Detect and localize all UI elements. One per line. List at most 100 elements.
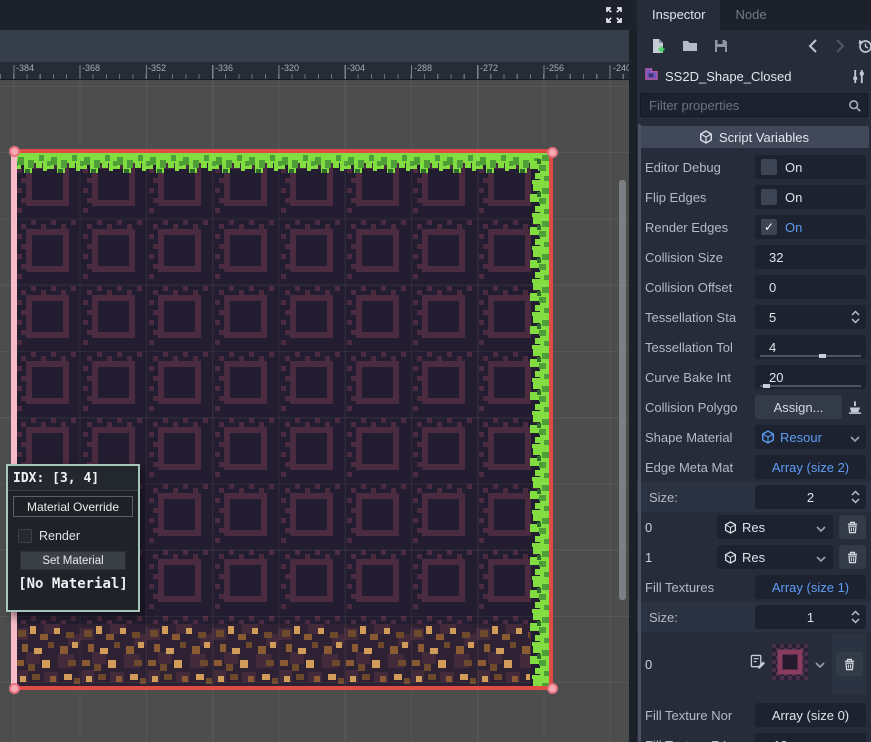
chevron-down-icon[interactable] (815, 655, 825, 673)
prop-label: Fill Texture Z I (645, 738, 755, 742)
shape-handle-top-left[interactable] (9, 146, 20, 157)
prop-shape-material: Shape Material Resour (637, 422, 871, 452)
prop-spin-field[interactable]: -10 (755, 733, 866, 742)
prop-label: Curve Bake Int (645, 370, 755, 385)
shape-edge-top[interactable] (12, 149, 555, 153)
render-checkbox[interactable] (18, 529, 32, 543)
filter-row (637, 90, 871, 122)
slider-grabber[interactable] (763, 384, 770, 388)
resource-cube-icon (724, 551, 737, 564)
prop-fill-texture-z-index: Fill Texture Z I -10 (637, 730, 871, 742)
prop-spin-field[interactable]: 5 (755, 305, 866, 329)
array-item-row-0: 0 Res (637, 512, 871, 542)
ruler-label: -368 (82, 63, 100, 73)
prop-tessellation-tolerance: Tessellation Tol 4 (637, 332, 871, 362)
render-label: Render (39, 529, 80, 543)
prop-slider-field[interactable]: 4 (755, 335, 866, 359)
chevron-down-icon[interactable] (816, 550, 826, 565)
checkbox-checked[interactable]: ✓ (761, 219, 777, 235)
array-edit-button[interactable]: Array (size 1) (755, 575, 866, 599)
horizontal-ruler: -384 -368 -352 -336 -320 -304 -288 -272 … (0, 62, 629, 80)
array-edit-button[interactable]: Array (size 0) (755, 703, 866, 727)
resource-value: Res (742, 520, 765, 535)
array-size-value: 2 (761, 490, 860, 505)
texture-preview[interactable] (772, 644, 808, 685)
prop-label: Collision Size (645, 250, 755, 265)
2d-viewport[interactable]: IDX: [3, 4] Material Override Render Set… (0, 80, 629, 742)
prop-checkbox-field[interactable]: On (755, 155, 866, 179)
shape-handle-bottom-right[interactable] (547, 683, 558, 694)
prop-number-field[interactable]: 32 (755, 245, 866, 269)
shape-edge-right[interactable] (549, 151, 553, 688)
array-size-text: Array (size 1) (772, 580, 849, 595)
ruler-label: -384 (16, 63, 34, 73)
chevron-down-icon[interactable] (850, 430, 860, 445)
new-resource-icon[interactable] (650, 38, 666, 54)
prop-label: Collision Offset (645, 280, 755, 295)
pane-divider[interactable] (629, 30, 637, 742)
trash-icon[interactable] (839, 545, 866, 569)
inspector-scrollbar[interactable] (638, 124, 641, 742)
prop-label: Shape Material (645, 430, 755, 445)
prop-label: Editor Debug (645, 160, 755, 175)
prop-editor-debug: Editor Debug On (637, 152, 871, 182)
slider-grabber[interactable] (819, 354, 826, 358)
prop-value: 0 (769, 280, 776, 295)
history-forward-icon[interactable] (831, 38, 847, 54)
resource-dropdown[interactable]: Res (717, 515, 833, 539)
assign-picker-brush-icon[interactable] (842, 395, 866, 419)
shape-handle-top-right[interactable] (547, 147, 558, 158)
load-resource-folder-icon[interactable] (682, 38, 698, 54)
chevron-down-icon[interactable] (816, 520, 826, 535)
array-size-text: Array (size 0) (772, 708, 849, 723)
prop-label: Fill Textures (645, 580, 755, 595)
prop-value: -10 (769, 738, 788, 742)
section-script-variables[interactable]: Script Variables (639, 126, 869, 148)
array-size-spin-field[interactable]: 2 (755, 485, 866, 509)
texture-trash-column (832, 634, 866, 694)
material-override-button[interactable]: Material Override (13, 496, 133, 517)
prop-render-edges: Render Edges ✓ On (637, 212, 871, 242)
array-size-spin-field[interactable]: 1 (755, 605, 866, 629)
prop-value: 4 (769, 340, 776, 355)
prop-flip-edges: Flip Edges On (637, 182, 871, 212)
prop-slider-field[interactable]: 20 (755, 365, 866, 389)
prop-label: Tessellation Tol (645, 340, 755, 355)
prop-tessellation-stages: Tessellation Sta 5 (637, 302, 871, 332)
prop-checkbox-field[interactable]: On (755, 185, 866, 209)
tab-node[interactable]: Node (720, 0, 781, 30)
history-back-icon[interactable] (806, 38, 822, 54)
trash-icon[interactable] (836, 652, 863, 676)
edited-resource-row[interactable]: SS2D_Shape_Closed (637, 62, 871, 90)
save-resource-icon[interactable] (713, 38, 729, 54)
size-label: Size: (645, 490, 755, 505)
spinner-updown-icon[interactable] (851, 310, 860, 324)
trash-icon[interactable] (839, 515, 866, 539)
popup-title: IDX: [3, 4] (8, 466, 138, 491)
extra-tools-icon[interactable] (851, 69, 866, 89)
checkbox-unchecked[interactable] (761, 159, 777, 175)
array-edit-button[interactable]: Array (size 2) (755, 455, 866, 479)
set-material-button[interactable]: Set Material (20, 551, 126, 570)
prop-label: Collision Polygo (645, 400, 755, 415)
expand-fullscreen-icon[interactable] (604, 5, 624, 25)
resource-dropdown[interactable]: Resour (755, 425, 866, 449)
ruler-label: -352 (148, 63, 166, 73)
edit-texture-icon[interactable] (750, 654, 765, 674)
object-history-icon[interactable] (857, 38, 871, 54)
resource-dropdown[interactable]: Res (717, 545, 833, 569)
checkbox-text: On (785, 190, 802, 205)
inspector-tab-bar: Inspector Node (637, 0, 871, 30)
shape-handle-bottom-left[interactable] (9, 683, 20, 694)
spinner-updown-icon[interactable] (851, 610, 860, 624)
tab-inspector[interactable]: Inspector (637, 0, 720, 30)
prop-number-field[interactable]: 0 (755, 275, 866, 299)
assign-button[interactable]: Assign... (755, 395, 842, 419)
spinner-updown-icon[interactable] (851, 490, 860, 504)
checkbox-unchecked[interactable] (761, 189, 777, 205)
prop-value: 32 (769, 250, 783, 265)
filter-properties-input[interactable] (640, 93, 868, 117)
viewport-vertical-scrollbar[interactable] (619, 180, 626, 600)
prop-checkbox-field[interactable]: ✓ On (755, 215, 866, 239)
shape-edge-bottom[interactable] (12, 686, 555, 690)
